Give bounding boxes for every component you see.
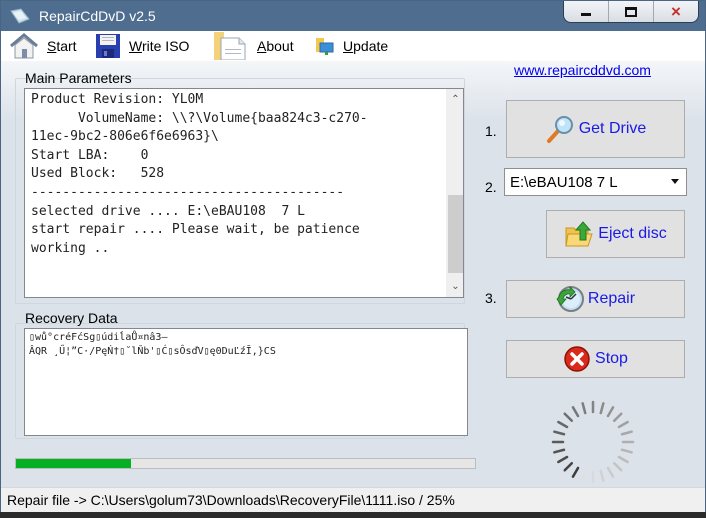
repair-clock-icon: [556, 286, 584, 312]
drive-select[interactable]: E:\eBAU108 7 L: [504, 168, 687, 196]
spinner-tick: [571, 466, 580, 478]
repair-label: Repair: [587, 290, 636, 307]
close-button[interactable]: ×: [654, 1, 698, 22]
desktop-background: [0, 512, 706, 518]
stop-label: Stop: [595, 350, 628, 367]
log-line: working ..: [31, 240, 110, 256]
app-window: RepairCdDvD v2.5 × Start Write ISO About…: [0, 0, 706, 518]
log-line: selected drive .... E:\eBAU108 7 L: [31, 203, 305, 219]
scroll-down-icon[interactable]: ⌄: [447, 278, 464, 295]
status-text: Repair file -> C:\Users\golum73\Download…: [7, 492, 455, 508]
spinner-tick: [617, 420, 629, 429]
scroll-up-icon[interactable]: ⌃: [447, 91, 464, 108]
spinner-tick: [599, 402, 605, 415]
spinner-tick: [571, 406, 580, 418]
window-controls: ×: [563, 1, 699, 23]
eject-folder-icon: [565, 221, 593, 247]
window-title: RepairCdDvD v2.5: [39, 8, 156, 24]
toolbar-update[interactable]: Update: [315, 31, 388, 61]
spinner-tick: [606, 406, 615, 418]
spinner-tick: [563, 461, 574, 472]
close-icon: ×: [671, 2, 681, 21]
main-parameters-label: Main Parameters: [25, 70, 132, 86]
minimize-icon: [581, 13, 591, 16]
log-line: 11ec-9bc2-806e6f6e6963}\: [31, 129, 219, 145]
spinner-tick: [557, 455, 569, 464]
spinner-tick: [599, 469, 605, 482]
chevron-down-icon: [671, 179, 679, 184]
progress-bar: [15, 458, 476, 469]
client-area: www.repaircddvd.com Main Parameters Prod…: [1, 61, 705, 487]
scroll-thumb[interactable]: [448, 195, 463, 273]
document-icon: [214, 32, 246, 60]
spinner-tick: [617, 455, 629, 464]
toolbar-write-iso-label: Write ISO: [129, 38, 190, 54]
log-line: Start LBA: 0: [31, 147, 149, 163]
maximize-button[interactable]: [609, 1, 654, 22]
step-2-label: 2.: [485, 179, 497, 195]
toolbar-about[interactable]: About: [213, 31, 294, 61]
recovery-line: ÂQR ¸Ű¦”C·/PęŃ†▯˘lŇb'▯Ć▯sÔsďV▯ę0DuĽźĪ,}C…: [29, 346, 276, 357]
spinner-tick: [620, 430, 633, 436]
spinner-tick: [581, 402, 587, 415]
spinner-tick: [553, 448, 566, 454]
eject-disc-button[interactable]: Eject disc: [546, 210, 685, 258]
toolbar: Start Write ISO About Update: [1, 31, 705, 61]
toolbar-about-label: About: [257, 38, 294, 54]
log-line: ----------------------------------------: [31, 184, 345, 200]
app-disc-icon: [10, 8, 30, 24]
repair-button[interactable]: Repair: [506, 280, 685, 318]
log-scrollbar[interactable]: ⌃ ⌄: [446, 89, 463, 297]
busy-spinner-icon: [551, 400, 635, 484]
spinner-tick: [553, 430, 566, 436]
drive-select-value: E:\eBAU108 7 L: [510, 173, 618, 191]
log-text: Product Revision: YL0M VolumeName: \\?\V…: [25, 89, 463, 258]
network-folder-icon: [316, 38, 334, 55]
spinner-tick: [563, 412, 574, 423]
spinner-tick: [581, 469, 587, 482]
recovery-data-box[interactable]: ▯wů°créFćSg▯údiĺaŮ¤nâ3— ÂQR ¸Ű¦”C·/PęŃ†▯˘…: [24, 328, 468, 436]
spinner-tick: [557, 420, 569, 429]
log-line: Used Block: 528: [31, 166, 165, 182]
maximize-icon: [625, 6, 637, 17]
spinner-tick: [620, 448, 633, 454]
toolbar-write-iso[interactable]: Write ISO: [95, 31, 189, 61]
recovery-line: ▯wů°créFćSg▯údiĺaŮ¤nâ3—: [29, 332, 168, 343]
stop-button[interactable]: Stop: [506, 340, 685, 378]
log-line: VolumeName: \\?\Volume{baa824c3-c270-: [31, 110, 368, 126]
website-link[interactable]: www.repaircddvd.com: [514, 62, 651, 78]
recovery-data-label: Recovery Data: [25, 310, 118, 326]
spinner-tick: [612, 412, 623, 423]
step-3-label: 3.: [485, 290, 497, 306]
get-drive-button[interactable]: Get Drive: [506, 100, 685, 158]
get-drive-label: Get Drive: [578, 120, 647, 137]
progress-fill: [16, 459, 131, 468]
step-1-label: 1.: [485, 123, 497, 139]
recovery-data-text: ▯wů°créFćSg▯údiĺaŮ¤nâ3— ÂQR ¸Ű¦”C·/PęŃ†▯˘…: [25, 329, 467, 359]
log-line: start repair .... Please wait, be patien…: [31, 222, 360, 238]
toolbar-update-label: Update: [343, 38, 389, 54]
spinner-tick: [606, 466, 615, 478]
magnifier-icon: [546, 116, 573, 143]
toolbar-start-label: Start: [47, 38, 77, 54]
main-parameters-log[interactable]: Product Revision: YL0M VolumeName: \\?\V…: [24, 88, 464, 298]
minimize-button[interactable]: [564, 1, 609, 22]
floppy-disk-icon: [96, 34, 120, 58]
title-bar[interactable]: RepairCdDvD v2.5 ×: [1, 1, 705, 31]
stop-icon: [564, 346, 590, 372]
log-line: Product Revision: YL0M: [31, 92, 204, 107]
home-icon: [10, 33, 38, 59]
toolbar-start[interactable]: Start: [9, 31, 77, 61]
status-bar: Repair file -> C:\Users\golum73\Download…: [1, 487, 705, 513]
spinner-tick: [612, 461, 623, 472]
eject-disc-label: Eject disc: [598, 225, 667, 242]
